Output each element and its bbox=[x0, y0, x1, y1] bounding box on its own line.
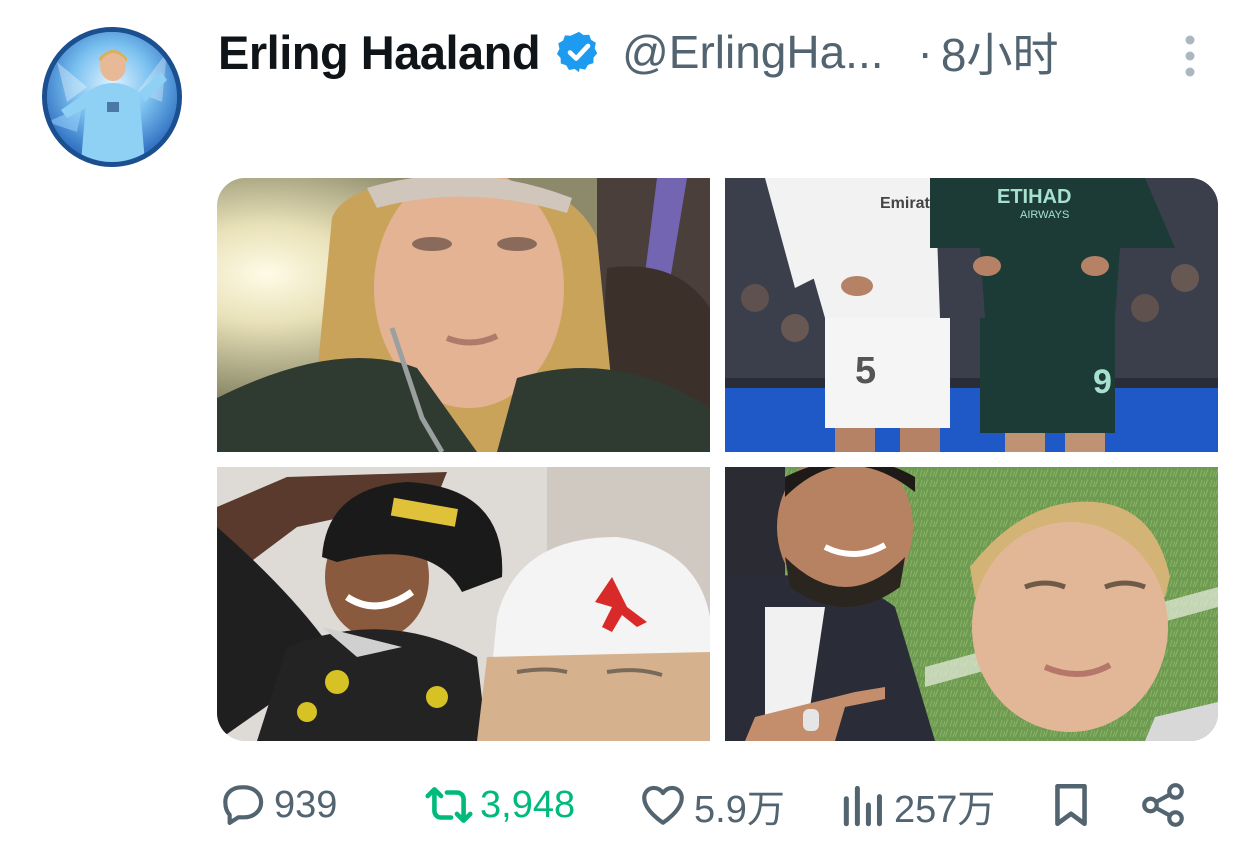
media-photo-4[interactable] bbox=[725, 467, 1218, 741]
more-vertical-icon[interactable] bbox=[1178, 34, 1202, 78]
reply-count: 939 bbox=[274, 783, 338, 826]
tweet-header: Erling Haaland @ErlingHa... · 8小时 bbox=[218, 22, 1058, 82]
svg-text:5: 5 bbox=[855, 350, 876, 392]
media-grid: 5 Emirates ETIHAD AIRWAYS 9 bbox=[217, 178, 1218, 741]
author-display-name[interactable]: Erling Haaland bbox=[218, 25, 541, 80]
share-button[interactable] bbox=[1138, 775, 1194, 835]
verified-badge-icon bbox=[557, 31, 598, 73]
author-avatar[interactable] bbox=[42, 27, 182, 167]
photo-image bbox=[217, 178, 710, 452]
views-chart-icon bbox=[843, 785, 882, 827]
photo-image: 5 Emirates ETIHAD AIRWAYS 9 bbox=[725, 178, 1218, 452]
author-handle[interactable]: @ErlingHa... bbox=[622, 25, 883, 79]
retweet-button[interactable]: 3,948 bbox=[424, 775, 575, 835]
like-count: 5.9万 bbox=[694, 788, 785, 831]
tweet-actions-bar: 939 3,948 5.9万 257万 bbox=[218, 775, 1198, 835]
media-photo-2[interactable]: 5 Emirates ETIHAD AIRWAYS 9 bbox=[725, 178, 1218, 452]
bookmark-button[interactable] bbox=[1046, 775, 1102, 835]
views-button[interactable]: 257万 bbox=[838, 775, 995, 835]
tweet[interactable]: Erling Haaland @ErlingHa... · 8小时 5 Emir… bbox=[0, 0, 1260, 862]
retweet-icon bbox=[425, 787, 473, 823]
svg-text:9: 9 bbox=[1093, 363, 1112, 401]
photo-image bbox=[725, 467, 1218, 741]
view-count: 257万 bbox=[894, 788, 996, 831]
like-button[interactable]: 5.9万 bbox=[638, 775, 785, 835]
reply-button[interactable]: 939 bbox=[218, 775, 337, 835]
share-icon bbox=[1142, 783, 1184, 827]
avatar-image bbox=[47, 32, 177, 162]
reply-icon bbox=[223, 785, 264, 825]
retweet-count: 3,948 bbox=[480, 783, 576, 826]
svg-text:ETIHAD: ETIHAD bbox=[997, 186, 1071, 208]
tweet-timestamp[interactable]: 8小时 bbox=[941, 19, 1059, 85]
photo-image bbox=[217, 467, 710, 741]
svg-text:AIRWAYS: AIRWAYS bbox=[1020, 209, 1069, 221]
media-photo-1[interactable] bbox=[217, 178, 710, 452]
heart-icon bbox=[642, 785, 684, 825]
media-photo-3[interactable] bbox=[217, 467, 710, 741]
separator-dot: · bbox=[917, 26, 933, 78]
bookmark-icon bbox=[1055, 783, 1087, 827]
